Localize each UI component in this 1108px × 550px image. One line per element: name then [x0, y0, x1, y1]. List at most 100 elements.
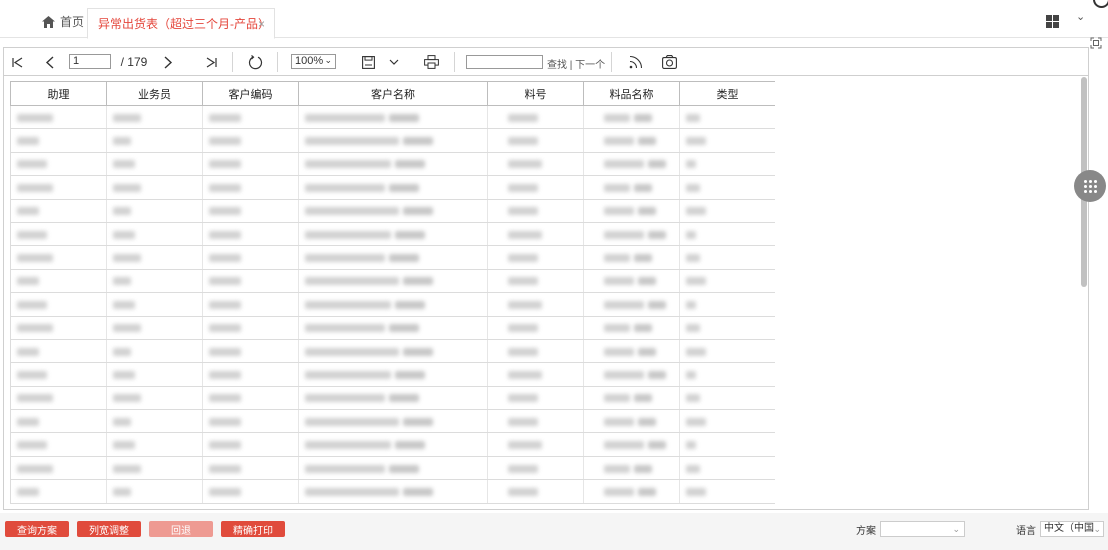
table-cell: [298, 362, 488, 387]
prev-page-button[interactable]: [42, 48, 56, 76]
table-row[interactable]: [10, 456, 775, 481]
next-page-button[interactable]: [161, 48, 175, 76]
table-row[interactable]: [10, 152, 775, 177]
table-cell: [10, 479, 107, 504]
table-cell: [298, 409, 488, 434]
table-cell: [298, 199, 488, 223]
table-row[interactable]: [10, 386, 775, 411]
table-cell: [487, 386, 584, 411]
table-cell: [298, 105, 488, 130]
report-table: 助理 业务员 客户编码 客户名称 料号 料品名称 类型: [10, 81, 775, 507]
table-cell: [202, 409, 299, 434]
precise-print-button[interactable]: 精确打印: [221, 521, 285, 537]
chevron-down-icon: [389, 59, 399, 65]
toolbar-divider: [232, 52, 233, 72]
table-cell: [10, 292, 107, 317]
table-cell: [106, 222, 203, 247]
table-cell: [679, 409, 775, 434]
camera-button[interactable]: [660, 48, 678, 76]
column-header-salesperson[interactable]: 业务员: [106, 81, 203, 106]
table-cell: [106, 386, 203, 411]
table-cell: [487, 128, 584, 153]
page-number-input[interactable]: 1: [69, 54, 111, 69]
table-row[interactable]: [10, 199, 775, 223]
save-button[interactable]: [360, 48, 376, 76]
table-cell: [583, 105, 680, 130]
bottom-action-bar: 查询方案 列宽调整 回退 精确打印 方案 ⌄ 语言 中文（中国 ⌄: [0, 513, 1108, 550]
rss-button[interactable]: [627, 48, 645, 76]
refresh-button[interactable]: [246, 48, 264, 76]
chevron-down-icon[interactable]: ⌄: [1076, 10, 1085, 23]
toolbar-divider: [611, 52, 612, 72]
language-label: 语言: [1016, 526, 1036, 537]
zoom-select[interactable]: 100% ⌄: [291, 54, 336, 69]
table-cell: [298, 456, 488, 481]
tab-bar: 首页 异常出货表（超过三个月-产品） × ⌄: [0, 0, 1108, 39]
column-header-part-name[interactable]: 料品名称: [583, 81, 680, 106]
table-row[interactable]: [10, 175, 775, 200]
table-row[interactable]: [10, 292, 775, 317]
tab-home[interactable]: 首页: [42, 13, 84, 30]
last-page-button[interactable]: [204, 48, 218, 76]
query-scheme-button[interactable]: 查询方案: [5, 521, 69, 537]
table-cell: [10, 152, 107, 177]
chevron-right-icon: [164, 55, 172, 69]
print-button[interactable]: [422, 48, 440, 76]
table-row[interactable]: [10, 409, 775, 434]
table-row[interactable]: [10, 479, 775, 504]
find-next-link[interactable]: 查找 | 下一个: [547, 56, 605, 71]
table-cell: [298, 432, 488, 457]
column-header-part-number[interactable]: 料号: [487, 81, 584, 106]
column-header-type[interactable]: 类型: [679, 81, 775, 106]
floating-menu-button[interactable]: [1074, 170, 1106, 202]
table-cell: [10, 316, 107, 340]
table-cell: [298, 152, 488, 177]
table-cell: [679, 339, 775, 364]
column-header-assistant[interactable]: 助理: [10, 81, 107, 106]
tab-close-icon[interactable]: ×: [258, 17, 265, 31]
table-cell: [298, 245, 488, 270]
table-cell: [10, 456, 107, 481]
back-button[interactable]: 回退: [149, 521, 213, 537]
grid-menu-icon[interactable]: [1046, 15, 1059, 28]
save-dropdown[interactable]: [388, 48, 400, 76]
table-cell: [202, 222, 299, 247]
table-cell: [679, 479, 775, 504]
table-cell: [202, 199, 299, 223]
table-row[interactable]: [10, 128, 775, 153]
scheme-select[interactable]: ⌄: [880, 521, 965, 537]
table-row[interactable]: [10, 362, 775, 387]
fullscreen-icon[interactable]: [1090, 37, 1102, 49]
first-page-button[interactable]: [10, 48, 24, 76]
table-cell: [583, 316, 680, 340]
column-header-customer-name[interactable]: 客户名称: [298, 81, 488, 106]
language-select[interactable]: 中文（中国 ⌄: [1040, 521, 1104, 537]
column-header-customer-code[interactable]: 客户编码: [202, 81, 299, 106]
table-cell: [679, 316, 775, 340]
search-input[interactable]: [466, 55, 543, 69]
table-cell: [487, 409, 584, 434]
tab-abnormal-shipment[interactable]: 异常出货表（超过三个月-产品） ×: [87, 8, 275, 39]
column-width-button[interactable]: 列宽调整: [77, 521, 141, 537]
table-row[interactable]: [10, 432, 775, 457]
table-row[interactable]: [10, 105, 775, 130]
table-cell: [298, 269, 488, 294]
table-cell: [106, 432, 203, 457]
report-viewer: 1 / 179 100% ⌄ 查找 | 下一个 助理 业务员 客户编码 客户名称…: [3, 47, 1089, 510]
circle-icon[interactable]: [1093, 0, 1108, 8]
table-row[interactable]: [10, 245, 775, 270]
table-cell: [487, 432, 584, 457]
table-cell: [10, 409, 107, 434]
table-row[interactable]: [10, 339, 775, 364]
table-cell: [106, 339, 203, 364]
table-row[interactable]: [10, 316, 775, 340]
table-cell: [583, 339, 680, 364]
table-row[interactable]: [10, 222, 775, 247]
table-cell: [487, 456, 584, 481]
table-cell: [298, 175, 488, 200]
table-cell: [679, 152, 775, 177]
table-row[interactable]: [10, 269, 775, 294]
table-cell: [298, 386, 488, 411]
table-cell: [202, 269, 299, 294]
table-cell: [10, 199, 107, 223]
